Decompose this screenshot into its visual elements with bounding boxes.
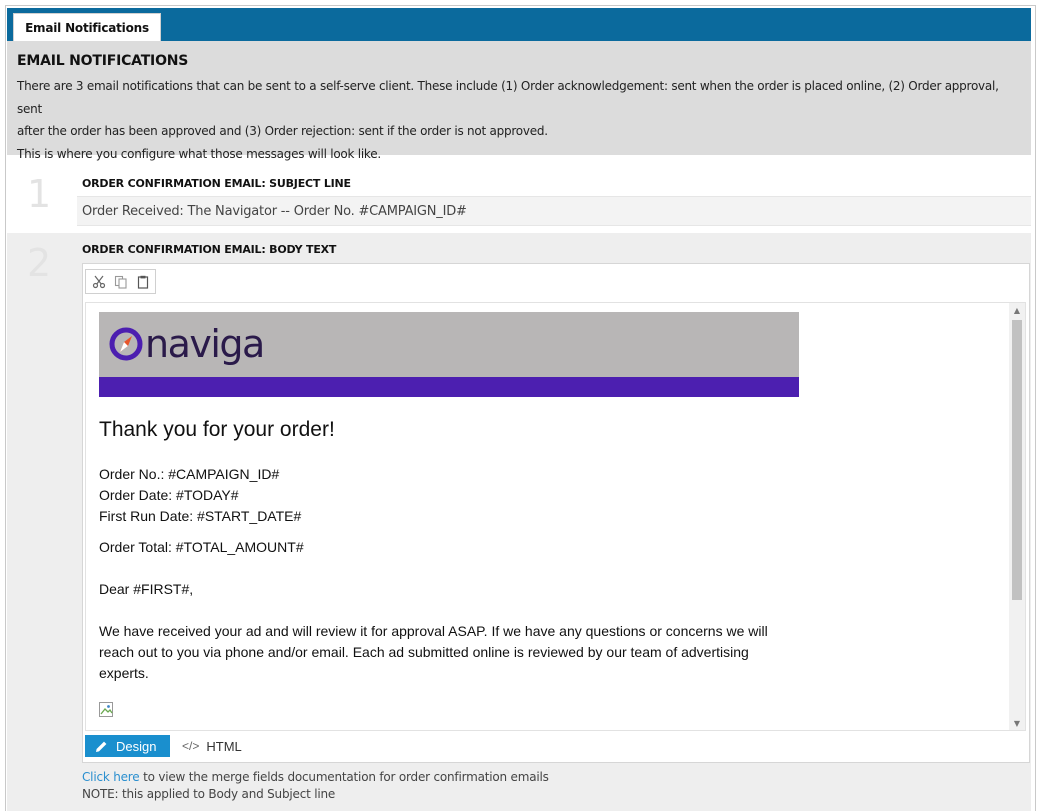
merge-fields-text: to view the merge fields documentation f… xyxy=(139,770,549,784)
order-date-line: Order Date: #TODAY# xyxy=(99,487,239,503)
editor-toolbar xyxy=(85,269,156,294)
subject-line-label: ORDER CONFIRMATION EMAIL: SUBJECT LINE xyxy=(82,177,351,190)
intro-line-2: after the order has been approved and (3… xyxy=(17,124,548,138)
order-total-line: Order Total: #TOTAL_AMOUNT# xyxy=(99,539,304,555)
clipboard-icon[interactable] xyxy=(134,273,152,291)
email-heading: Thank you for your order! xyxy=(99,418,335,441)
code-icon: </> xyxy=(182,739,200,753)
subject-body-note: NOTE: this applied to Body and Subject l… xyxy=(82,787,336,801)
greeting-line: Dear #FIRST#, xyxy=(99,581,194,597)
html-mode-label: HTML xyxy=(206,738,242,754)
order-number-line: Order No.: #CAMPAIGN_ID# xyxy=(99,466,280,482)
naviga-logo: naviga xyxy=(109,320,265,368)
email-banner: naviga xyxy=(99,312,799,397)
pencil-icon xyxy=(96,741,107,752)
email-body: Thank you for your order! Order No.: #CA… xyxy=(99,407,799,718)
intro-panel: EMAIL NOTIFICATIONS There are 3 email no… xyxy=(7,41,1031,161)
merge-fields-note: Click here to view the merge fields docu… xyxy=(82,769,549,803)
design-mode-label: Design xyxy=(116,738,157,754)
compass-icon xyxy=(109,327,143,361)
html-mode-button[interactable]: </> HTML xyxy=(182,735,242,757)
scroll-up-arrow-icon[interactable]: ▲ xyxy=(1009,303,1025,317)
body-text-section: 2 ORDER CONFIRMATION EMAIL: BODY TEXT na… xyxy=(7,233,1031,811)
email-preview[interactable]: naviga Thank you for your order! Order N… xyxy=(85,302,1026,731)
tab-email-notifications[interactable]: Email Notifications xyxy=(13,13,161,41)
page-title: EMAIL NOTIFICATIONS xyxy=(17,53,189,69)
copy-icon[interactable] xyxy=(112,273,130,291)
body-paragraph: We have received your ad and will review… xyxy=(99,623,768,681)
broken-image-icon xyxy=(99,702,115,718)
intro-line-1: There are 3 email notifications that can… xyxy=(17,79,999,116)
scroll-down-arrow-icon[interactable]: ▼ xyxy=(1009,716,1025,730)
subject-line-section: 1 ORDER CONFIRMATION EMAIL: SUBJECT LINE… xyxy=(7,162,1031,229)
logo-wordmark: naviga xyxy=(145,322,265,366)
design-mode-button[interactable]: Design xyxy=(85,735,170,757)
scissors-icon[interactable] xyxy=(90,273,108,291)
body-text-label: ORDER CONFIRMATION EMAIL: BODY TEXT xyxy=(82,243,337,256)
step-number: 1 xyxy=(27,172,52,216)
subject-line-input[interactable]: Order Received: The Navigator -- Order N… xyxy=(77,196,1031,226)
rich-text-editor: naviga Thank you for your order! Order N… xyxy=(82,263,1030,763)
merge-fields-link[interactable]: Click here xyxy=(82,770,140,784)
scroll-thumb[interactable] xyxy=(1012,320,1022,600)
banner-stripe xyxy=(99,377,799,397)
vertical-scrollbar[interactable]: ▲ ▼ xyxy=(1009,303,1025,730)
editor-mode-bar: Design </> HTML xyxy=(85,735,242,757)
tab-bar: Email Notifications xyxy=(7,8,1031,41)
step-number: 2 xyxy=(27,241,52,285)
first-run-line: First Run Date: #START_DATE# xyxy=(99,508,302,524)
